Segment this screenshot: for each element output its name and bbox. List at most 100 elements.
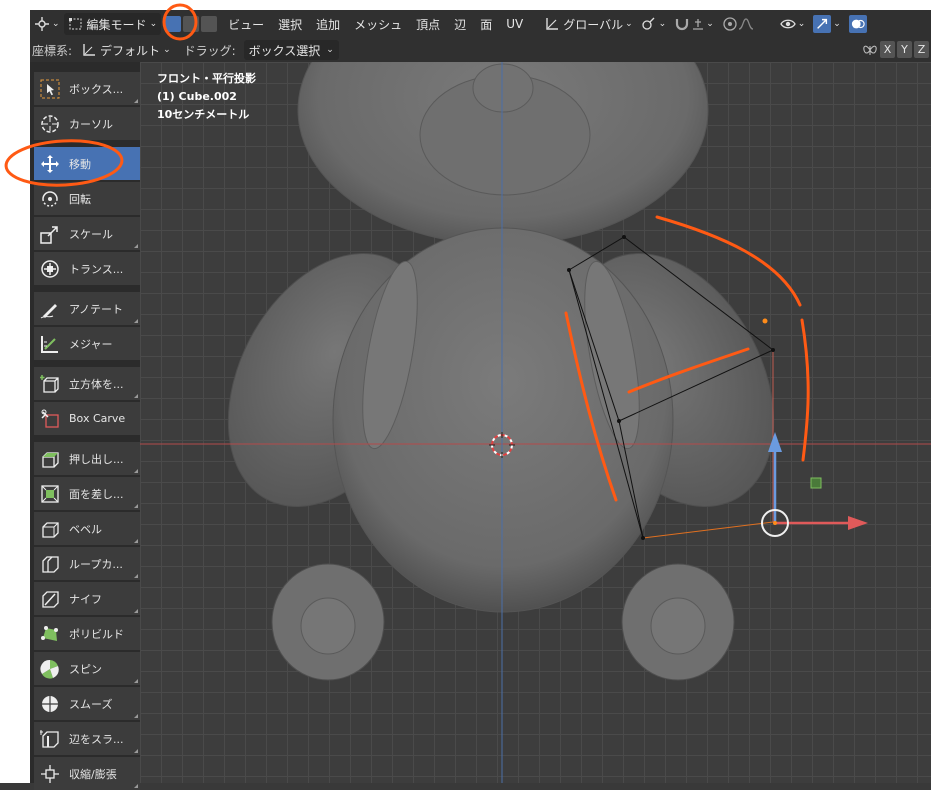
orientation-icon — [83, 44, 96, 56]
pivot-dropdown[interactable]: ⌄ — [637, 13, 671, 35]
tool-label: 辺をスラ... — [69, 732, 124, 746]
tool-measure[interactable]: メジャー — [34, 327, 140, 360]
tool-bevel[interactable]: ベベル — [34, 512, 140, 545]
snap-toggle[interactable]: ⌄ — [670, 13, 718, 35]
menu-add[interactable]: 追加 — [309, 13, 347, 35]
bear-model — [227, 62, 775, 681]
box-carve-icon — [39, 408, 61, 430]
gizmo-toggle[interactable]: ⌄ — [809, 13, 845, 35]
menu-mesh[interactable]: メッシュ — [347, 13, 409, 35]
tool-label: 押し出し... — [69, 452, 124, 466]
tool-annotate[interactable]: アノテート — [34, 292, 140, 325]
object-name: (1) Cube.002 — [157, 90, 237, 103]
tool-scale[interactable]: スケール — [34, 217, 140, 250]
tool-knife[interactable]: ナイフ — [34, 582, 140, 615]
mirror-axes: X Y Z — [862, 41, 929, 58]
visibility-dropdown[interactable]: ⌄ — [776, 13, 810, 35]
tool-shrink-fatten[interactable]: 収縮/膨張 — [34, 757, 140, 790]
mirror-y-button[interactable]: Y — [897, 41, 912, 58]
extrude-icon — [39, 448, 61, 470]
chevron-down-icon: ⌄ — [706, 19, 714, 29]
menu-view[interactable]: ビュー — [221, 13, 271, 35]
coord-system-value: デフォルト — [100, 43, 161, 58]
inset-faces-icon — [39, 483, 61, 505]
top-margin — [0, 0, 931, 10]
face-select-button[interactable] — [201, 16, 218, 32]
rotate-icon — [39, 188, 61, 210]
tool-label: ベベル — [69, 522, 102, 536]
viewport-scene — [140, 62, 931, 783]
edge-select-button[interactable] — [183, 16, 200, 32]
tool-loop-cut[interactable]: ループカ... — [34, 547, 140, 580]
tool-label: メジャー — [69, 337, 113, 351]
butterfly-icon — [863, 45, 877, 55]
chevron-down-icon: ⌄ — [625, 19, 633, 29]
tool-settings-bar: 座標系: デフォルト ⌄ ドラッグ: ボックス選択 ⌄ X Y Z — [30, 38, 931, 62]
eye-icon — [779, 19, 796, 29]
tool-box-carve[interactable]: Box Carve — [34, 402, 140, 435]
snap-element-icon — [693, 19, 704, 30]
view3d-icon — [35, 17, 49, 31]
tool-add-cube[interactable]: 立方体を... — [34, 367, 140, 400]
gizmo-x-arrow[interactable] — [848, 516, 868, 530]
gizmo-icon — [813, 15, 832, 33]
shrink-fatten-icon — [39, 763, 61, 785]
select-mode-group — [165, 16, 218, 32]
chevron-down-icon: ⌄ — [833, 19, 841, 29]
tool-label: 収縮/膨張 — [69, 767, 117, 781]
tool-label: スケール — [69, 227, 113, 241]
mode-label: 編集モード — [86, 17, 147, 32]
tool-transform[interactable]: トランス... — [34, 252, 140, 285]
3d-viewport[interactable] — [140, 62, 931, 783]
origin-dot — [762, 318, 768, 324]
tool-box-select[interactable]: ボックス... — [34, 72, 140, 105]
scale-icon — [39, 223, 61, 245]
tool-label: 回転 — [69, 192, 91, 206]
tool-poly-build[interactable]: ポリビルド — [34, 617, 140, 650]
tool-label: ループカ... — [69, 557, 123, 571]
add-cube-icon — [39, 373, 61, 395]
mirror-x-button[interactable]: X — [880, 41, 895, 58]
cursor-icon — [39, 113, 61, 135]
overlay-toggle[interactable] — [845, 13, 871, 35]
drag-label: ドラッグ: — [183, 43, 236, 58]
chevron-down-icon: ⌄ — [326, 45, 334, 55]
tool-shelf: ボックス... カーソル 移動 回転 スケール トランス... アノテート メジ… — [30, 62, 140, 790]
knife-icon — [39, 588, 61, 610]
editor-header: ⌄ 編集モード ⌄ ビュー 選択 追加 メッシュ 頂点 辺 面 UV グローバル… — [30, 10, 931, 38]
annotate-icon — [39, 298, 61, 320]
menu-select[interactable]: 選択 — [271, 13, 309, 35]
proportional-edit-toggle[interactable] — [718, 13, 758, 35]
measure-icon — [39, 333, 61, 355]
tool-smooth[interactable]: スムーズ — [34, 687, 140, 720]
tool-extrude[interactable]: 押し出し... — [34, 442, 140, 475]
tool-cursor[interactable]: カーソル — [34, 107, 140, 140]
chevron-down-icon: ⌄ — [52, 19, 60, 29]
drag-action-dropdown[interactable]: ボックス選択 ⌄ — [243, 40, 339, 60]
coord-system-label: 座標系: — [32, 43, 73, 58]
transform-orientation-dropdown[interactable]: グローバル ⌄ — [540, 13, 636, 35]
menu-edge[interactable]: 辺 — [447, 13, 473, 35]
tool-label: Box Carve — [69, 412, 126, 425]
drag-action-value: ボックス選択 — [248, 43, 321, 58]
tool-edge-slide[interactable]: 辺をスラ... — [34, 722, 140, 755]
tool-inset-faces[interactable]: 面を差し... — [34, 477, 140, 510]
orientation-label: グローバル — [563, 17, 624, 32]
mirror-z-button[interactable]: Z — [914, 41, 929, 58]
loop-cut-icon — [39, 553, 61, 575]
menu-vertex[interactable]: 頂点 — [409, 13, 447, 35]
view-name: フロント・平行投影 — [157, 72, 256, 85]
pivot-icon — [642, 17, 655, 30]
editor-type-button[interactable]: ⌄ — [30, 13, 64, 35]
tool-move[interactable]: 移動 — [34, 147, 140, 180]
mode-dropdown[interactable]: 編集モード ⌄ — [63, 13, 162, 35]
vertex-select-button[interactable] — [165, 16, 182, 32]
menu-uv[interactable]: UV — [499, 13, 530, 35]
tool-label: ナイフ — [69, 592, 102, 606]
tool-spin[interactable]: スピン — [34, 652, 140, 685]
chevron-down-icon: ⌄ — [149, 19, 158, 29]
menu-face[interactable]: 面 — [473, 13, 499, 35]
box-select-icon — [39, 78, 61, 100]
tool-rotate[interactable]: 回転 — [34, 182, 140, 215]
coord-system-dropdown[interactable]: デフォルト ⌄ — [76, 40, 176, 60]
